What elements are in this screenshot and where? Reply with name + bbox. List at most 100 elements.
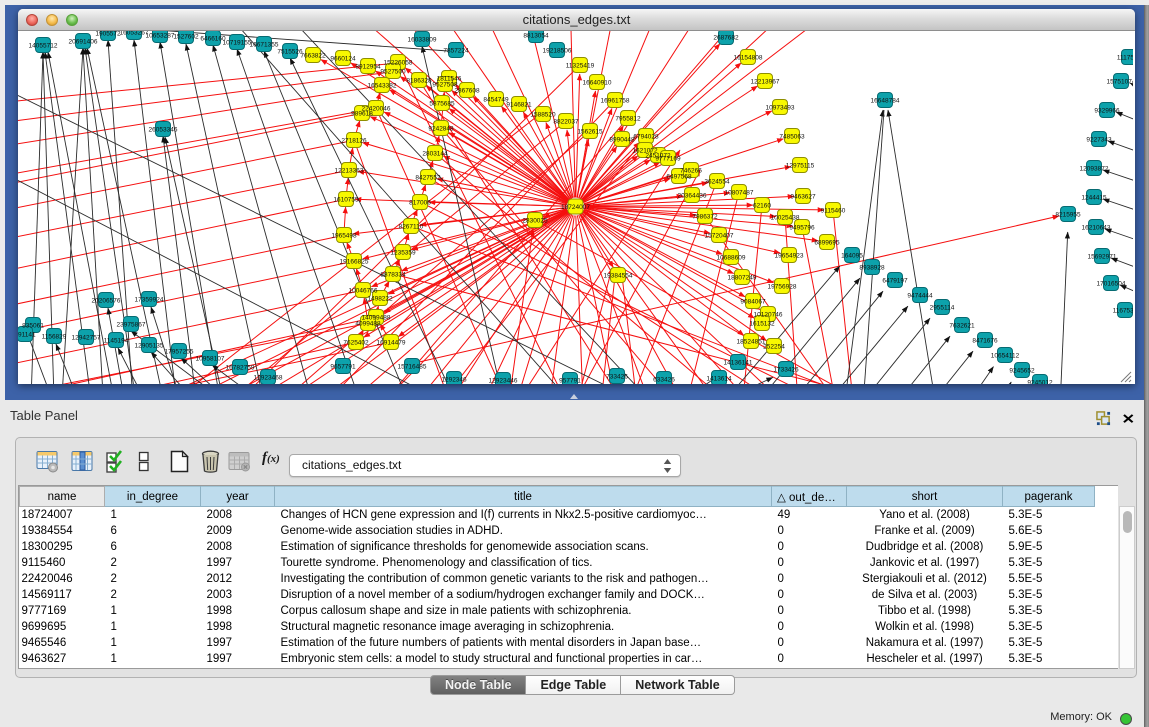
svg-text:16961758: 16961758: [601, 97, 630, 104]
svg-text:18807249: 18807249: [728, 274, 757, 281]
svg-text:15716485: 15716485: [398, 363, 427, 370]
svg-text:3624554: 3624554: [704, 178, 730, 185]
svg-text:16640910: 16640910: [583, 79, 612, 86]
svg-text:26053346: 26053346: [149, 126, 178, 133]
svg-text:7857224: 7857224: [443, 47, 469, 54]
svg-text:12213363: 12213363: [335, 167, 364, 174]
svg-text:16033809: 16033809: [408, 36, 437, 43]
svg-text:9146821: 9146821: [506, 101, 532, 108]
svg-text:1413614: 1413614: [706, 375, 732, 382]
svg-text:10719155: 10719155: [223, 39, 252, 46]
svg-text:9474444: 9474444: [907, 292, 933, 299]
svg-text:2867608: 2867608: [454, 87, 480, 94]
svg-text:1588520: 1588520: [530, 111, 556, 118]
svg-text:2718126: 2718126: [341, 137, 367, 144]
svg-text:16671355: 16671355: [250, 41, 279, 48]
svg-text:10958107: 10958107: [196, 355, 225, 362]
svg-text:20364436: 20364436: [678, 192, 707, 199]
svg-text:2803144: 2803144: [422, 150, 448, 157]
svg-text:733426: 733426: [606, 373, 628, 380]
svg-text:8878334: 8878334: [380, 271, 406, 278]
svg-text:1965498: 1965498: [331, 232, 357, 239]
svg-text:9657791: 9657791: [330, 363, 356, 370]
svg-text:11325419: 11325419: [566, 62, 595, 69]
svg-text:19654923: 19654923: [775, 252, 804, 259]
svg-text:9245012: 9245012: [1027, 379, 1053, 384]
svg-text:7625402: 7625402: [343, 339, 369, 346]
svg-text:16053267: 16053267: [120, 31, 149, 36]
svg-text:19218506: 19218506: [543, 47, 572, 54]
svg-text:9084067: 9084067: [740, 298, 766, 305]
svg-text:15226058: 15226058: [384, 59, 413, 66]
svg-text:18724007: 18724007: [561, 204, 590, 211]
svg-text:16782759: 16782759: [226, 364, 255, 371]
svg-text:9227343: 9227343: [1086, 136, 1112, 143]
svg-text:8427552: 8427552: [415, 174, 441, 181]
svg-text:1498222: 1498222: [367, 295, 393, 302]
svg-text:7485063: 7485063: [779, 133, 805, 140]
svg-text:9495796: 9495796: [789, 224, 815, 231]
svg-text:2955114: 2955114: [930, 304, 955, 311]
svg-text:9660124: 9660124: [330, 55, 356, 62]
svg-text:19756928: 19756928: [768, 283, 797, 290]
svg-text:8938928: 8938928: [859, 264, 885, 271]
svg-text:2830025: 2830025: [522, 217, 548, 224]
svg-text:5875685: 5875685: [429, 100, 455, 107]
svg-text:19384554: 19384554: [604, 272, 633, 279]
svg-text:9242848: 9242848: [428, 125, 454, 132]
svg-text:817006: 817006: [409, 199, 431, 206]
svg-text:15720407: 15720407: [705, 232, 734, 239]
svg-text:8267110: 8267110: [399, 223, 424, 230]
svg-text:7955812: 7955812: [615, 115, 641, 122]
svg-text:1167534: 1167534: [1113, 307, 1133, 314]
svg-text:14055712: 14055712: [29, 42, 58, 49]
svg-text:835061: 835061: [22, 322, 44, 329]
svg-text:252254: 252254: [763, 343, 785, 350]
svg-text:12942757: 12942757: [72, 334, 101, 341]
svg-text:6794028: 6794028: [633, 133, 659, 140]
svg-text:14136141: 14136141: [724, 359, 753, 366]
svg-text:8454749: 8454749: [483, 96, 509, 103]
svg-text:633426: 633426: [653, 376, 675, 383]
svg-text:1610755: 1610755: [333, 196, 359, 203]
svg-text:19166825: 19166825: [340, 258, 369, 265]
svg-text:6899695: 6899695: [814, 239, 840, 246]
svg-text:8186328: 8186328: [406, 77, 432, 84]
svg-text:12213967: 12213967: [751, 78, 780, 85]
svg-text:8912954: 8912954: [355, 63, 381, 70]
svg-text:10046766: 10046766: [349, 287, 378, 294]
svg-text:8215955: 8215955: [1055, 211, 1081, 218]
svg-text:8813054: 8813054: [523, 32, 549, 39]
svg-text:1733426: 1733426: [773, 366, 799, 373]
svg-text:12975115: 12975115: [786, 162, 815, 169]
svg-text:1244415: 1244415: [1081, 194, 1107, 201]
svg-text:9777169: 9777169: [655, 155, 681, 162]
svg-text:9115460: 9115460: [821, 207, 846, 214]
svg-text:1905572: 1905572: [95, 31, 121, 37]
svg-text:23975867: 23975867: [117, 321, 146, 328]
svg-text:9245652: 9245652: [1009, 367, 1035, 374]
svg-text:9463627: 9463627: [790, 193, 816, 200]
svg-text:15692971: 15692971: [1088, 253, 1117, 260]
svg-text:8990448: 8990448: [609, 136, 635, 143]
svg-text:17359924: 17359924: [135, 296, 164, 303]
svg-text:1117504: 1117504: [1117, 54, 1133, 61]
svg-text:4099488: 4099488: [355, 320, 381, 327]
svg-text:10653287: 10653287: [146, 32, 175, 39]
svg-text:12905135: 12905135: [135, 342, 164, 349]
svg-text:10654112: 10654112: [991, 352, 1020, 359]
svg-text:1292346: 1292346: [441, 376, 467, 383]
svg-text:746266: 746266: [680, 167, 702, 174]
svg-text:7986372: 7986372: [692, 213, 718, 220]
svg-text:6497568: 6497568: [666, 173, 692, 180]
svg-text:1235359: 1235359: [390, 249, 416, 256]
svg-text:1562615: 1562615: [577, 128, 603, 135]
svg-text:7663822: 7663822: [300, 52, 326, 59]
svg-text:10688609: 10688609: [717, 254, 746, 261]
svg-text:989618: 989618: [351, 110, 373, 117]
svg-text:10973493: 10973493: [766, 104, 795, 111]
svg-text:2687682: 2687682: [713, 34, 739, 41]
svg-text:957791: 957791: [559, 377, 581, 384]
svg-text:9527500: 9527500: [380, 68, 406, 75]
svg-text:18524851: 18524851: [737, 338, 766, 345]
